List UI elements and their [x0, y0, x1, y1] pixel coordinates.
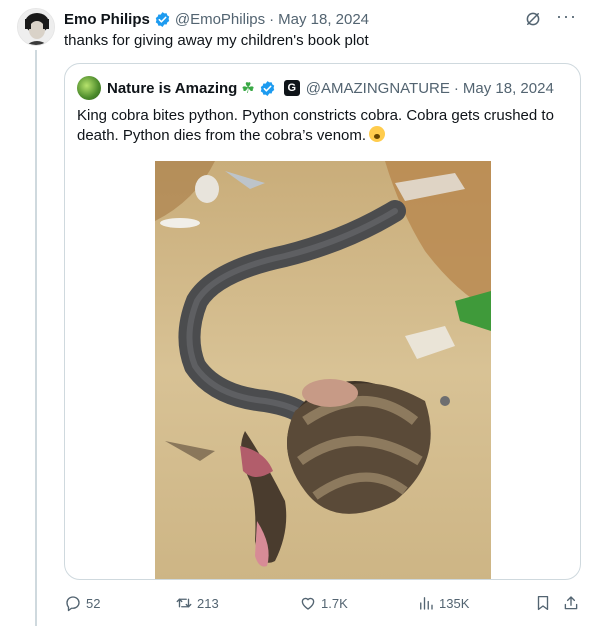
repost-icon	[176, 598, 192, 608]
verified-icon	[260, 80, 274, 96]
avatar[interactable]	[17, 8, 55, 46]
author-name[interactable]: Emo Philips	[64, 11, 150, 28]
like-button[interactable]: 1.7K	[299, 594, 348, 612]
clover-icon: ☘	[241, 80, 255, 97]
view-count: 135K	[439, 595, 470, 611]
quoted-media-image[interactable]	[155, 161, 491, 579]
quoted-text-body: King cobra bites python. Python constric…	[77, 107, 554, 144]
avatar-portrait	[18, 9, 54, 45]
tweet-actions: 52 213 1.7K 135K	[64, 594, 581, 614]
snake-photo	[155, 161, 491, 579]
more-icon[interactable]: ···	[556, 7, 577, 25]
quoted-text: King cobra bites python. Python constric…	[77, 106, 569, 146]
share-icon	[564, 596, 578, 610]
like-count: 1.7K	[321, 595, 348, 611]
like-icon	[301, 597, 315, 610]
views-button[interactable]: 135K	[417, 594, 469, 612]
bookmark-button[interactable]	[534, 594, 552, 612]
author-handle[interactable]: @EmoPhilips	[175, 11, 265, 28]
header-actions: ···	[524, 7, 577, 28]
separator: ·	[453, 79, 459, 97]
repost-count: 213	[197, 595, 219, 611]
reply-icon	[66, 596, 80, 612]
quoted-header: Nature is Amazing ☘ G @AMAZINGNATURE · M…	[77, 76, 554, 100]
tweet-header: Emo Philips @EmoPhilips · May 18, 2024 ·…	[64, 7, 577, 29]
separator: ·	[269, 10, 275, 28]
verified-icon	[155, 11, 170, 27]
repost-button[interactable]: 213	[175, 594, 219, 612]
affiliate-badge-icon: G	[283, 80, 300, 96]
astonished-emoji-icon	[369, 126, 386, 142]
views-icon	[420, 597, 433, 610]
tweet-text: thanks for giving away my children's boo…	[64, 32, 369, 49]
grok-icon[interactable]	[524, 10, 542, 28]
thread-line	[35, 50, 37, 626]
quoted-date: May 18, 2024	[462, 79, 554, 97]
quoted-tweet[interactable]: Nature is Amazing ☘ G @AMAZINGNATURE · M…	[64, 63, 581, 580]
quoted-author-name[interactable]: Nature is Amazing	[107, 80, 237, 97]
reply-count: 52	[86, 595, 101, 611]
tweet-date[interactable]: May 18, 2024	[278, 11, 369, 28]
reply-button[interactable]: 52	[64, 594, 100, 612]
quoted-avatar[interactable]	[77, 76, 101, 100]
quoted-handle[interactable]: @AMAZINGNATURE	[306, 80, 450, 97]
bookmark-icon	[537, 595, 549, 611]
share-button[interactable]	[562, 594, 580, 612]
